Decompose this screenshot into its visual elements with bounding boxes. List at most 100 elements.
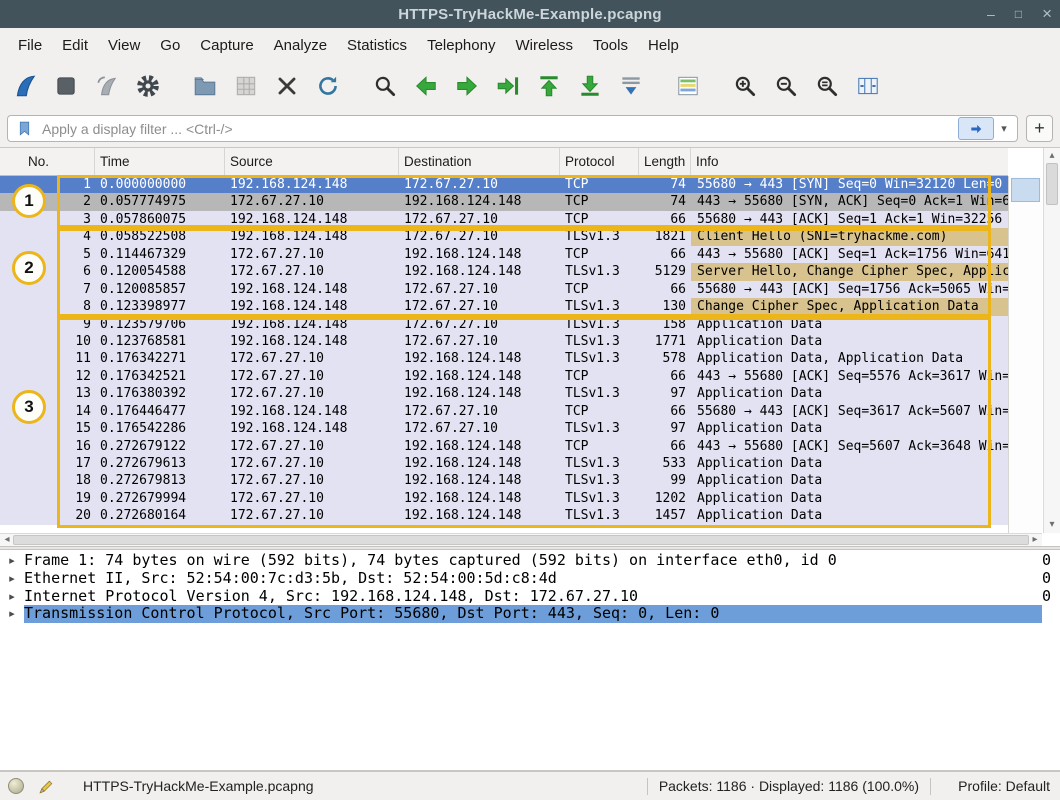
menu-item-capture[interactable]: Capture (190, 32, 263, 59)
packet-protocol-cell: TLSv1.3 (560, 507, 639, 524)
menu-item-view[interactable]: View (98, 32, 150, 59)
packet-row[interactable]: 7 0.120085857 192.168.124.148 172.67.27.… (0, 281, 1008, 298)
packet-time-cell: 0.176342271 (95, 350, 225, 367)
zoom-out-icon[interactable] (771, 71, 801, 101)
close-button[interactable]: × (1042, 0, 1052, 28)
column-header-time[interactable]: Time (95, 148, 225, 175)
intelligent-scrollbar[interactable] (1008, 176, 1042, 533)
column-header-destination[interactable]: Destination (399, 148, 560, 175)
menu-item-help[interactable]: Help (638, 32, 689, 59)
go-forward-icon[interactable] (452, 71, 482, 101)
go-back-icon[interactable] (411, 71, 441, 101)
packet-length-cell: 66 (639, 281, 691, 298)
column-header-info[interactable]: Info (691, 148, 1008, 175)
packet-row[interactable]: 20 0.272680164 172.67.27.10 192.168.124.… (0, 507, 1008, 524)
packet-row[interactable]: 2 0.057774975 172.67.27.10 192.168.124.1… (0, 193, 1008, 210)
filter-bookmark-icon[interactable] (12, 120, 36, 137)
packet-row[interactable]: 17 0.272679613 172.67.27.10 192.168.124.… (0, 455, 1008, 472)
detail-row[interactable]: ▸ Ethernet II, Src: 52:54:00:7c:d3:5b, D… (0, 570, 1060, 588)
packet-protocol-cell: TLSv1.3 (560, 350, 639, 367)
packet-row[interactable]: 12 0.176342521 172.67.27.10 192.168.124.… (0, 368, 1008, 385)
scroll-left-icon[interactable]: ◂ (1, 534, 13, 546)
maximize-button[interactable]: □ (1015, 0, 1022, 28)
stop-capture-icon[interactable] (51, 71, 81, 101)
vertical-scrollbar[interactable]: ▴ ▾ (1043, 148, 1060, 533)
scroll-right-icon[interactable]: ▸ (1029, 534, 1041, 546)
menu-item-statistics[interactable]: Statistics (337, 32, 417, 59)
packet-row[interactable]: 9 0.123579706 192.168.124.148 172.67.27.… (0, 316, 1008, 333)
display-filter-input[interactable]: Apply a display filter ... <Ctrl-/> ▾ (7, 115, 1018, 142)
profile-button[interactable]: Profile: Default (942, 778, 1052, 794)
save-file-icon[interactable] (231, 71, 261, 101)
apply-filter-button[interactable] (958, 117, 994, 140)
vertical-scrollbar-thumb[interactable] (1046, 163, 1058, 205)
packet-row[interactable]: 4 0.058522508 192.168.124.148 172.67.27.… (0, 228, 1008, 245)
colorize-icon[interactable] (673, 71, 703, 101)
scroll-up-icon[interactable]: ▴ (1044, 150, 1060, 162)
filter-dropdown-caret-icon[interactable]: ▾ (994, 117, 1014, 140)
column-header-source[interactable]: Source (225, 148, 399, 175)
go-to-bottom-icon[interactable] (575, 71, 605, 101)
packet-row[interactable]: 10 0.123768581 192.168.124.148 172.67.27… (0, 333, 1008, 350)
packet-row[interactable]: 16 0.272679122 172.67.27.10 192.168.124.… (0, 438, 1008, 455)
expand-icon[interactable]: ▸ (0, 588, 24, 606)
packet-row[interactable]: 3 0.057860075 192.168.124.148 172.67.27.… (0, 211, 1008, 228)
packet-no-cell: 10 (0, 333, 95, 350)
packet-time-cell: 0.123398977 (95, 298, 225, 315)
packet-row[interactable]: 18 0.272679813 172.67.27.10 192.168.124.… (0, 472, 1008, 489)
menu-item-tools[interactable]: Tools (583, 32, 638, 59)
horizontal-scrollbar-thumb[interactable] (13, 535, 1029, 545)
reload-icon[interactable] (313, 71, 343, 101)
zoom-original-icon[interactable] (812, 71, 842, 101)
scroll-down-icon[interactable]: ▾ (1044, 519, 1060, 531)
close-file-icon[interactable] (272, 71, 302, 101)
go-to-top-icon[interactable] (534, 71, 564, 101)
packet-row[interactable]: 15 0.176542286 192.168.124.148 172.67.27… (0, 420, 1008, 437)
packet-row[interactable]: 14 0.176446477 192.168.124.148 172.67.27… (0, 403, 1008, 420)
expert-info-icon[interactable] (8, 778, 24, 794)
packet-info-cell: 443 → 55680 [ACK] Seq=1 Ack=1756 Win=641… (691, 246, 1008, 263)
menu-item-telephony[interactable]: Telephony (417, 32, 505, 59)
packet-row[interactable]: 5 0.114467329 172.67.27.10 192.168.124.1… (0, 246, 1008, 263)
auto-scroll-icon[interactable] (616, 71, 646, 101)
open-file-icon[interactable] (190, 71, 220, 101)
detail-row[interactable]: ▸ Internet Protocol Version 4, Src: 192.… (0, 588, 1060, 606)
capture-comment-icon[interactable] (38, 778, 55, 795)
resize-columns-icon[interactable] (853, 71, 883, 101)
detail-row-text: Frame 1: 74 bytes on wire (592 bits), 74… (24, 552, 1042, 570)
expand-icon[interactable]: ▸ (0, 552, 24, 570)
packet-row[interactable]: 8 0.123398977 192.168.124.148 172.67.27.… (0, 298, 1008, 315)
menu-item-analyze[interactable]: Analyze (264, 32, 337, 59)
go-to-packet-icon[interactable] (493, 71, 523, 101)
capture-options-icon[interactable] (133, 71, 163, 101)
menu-item-wireless[interactable]: Wireless (505, 32, 583, 59)
packet-row[interactable]: 1 0.000000000 192.168.124.148 172.67.27.… (0, 176, 1008, 193)
minimap-thumb[interactable] (1011, 178, 1040, 202)
title-bar: HTTPS-TryHackMe-Example.pcapng – □ × (0, 0, 1060, 28)
packet-row[interactable]: 11 0.176342271 172.67.27.10 192.168.124.… (0, 350, 1008, 367)
packet-info-cell: 443 → 55680 [ACK] Seq=5576 Ack=3617 Win=… (691, 368, 1008, 385)
restart-capture-icon[interactable] (92, 71, 122, 101)
column-header-length[interactable]: Length (639, 148, 691, 175)
packet-row[interactable]: 19 0.272679994 172.67.27.10 192.168.124.… (0, 490, 1008, 507)
column-header-no[interactable]: No. (0, 148, 95, 175)
horizontal-scrollbar[interactable]: ◂ ▸ (0, 533, 1042, 546)
menu-item-file[interactable]: File (8, 32, 52, 59)
packet-destination-cell: 192.168.124.148 (399, 368, 560, 385)
column-header-protocol[interactable]: Protocol (560, 148, 639, 175)
packet-row[interactable]: 6 0.120054588 172.67.27.10 192.168.124.1… (0, 263, 1008, 280)
packet-row[interactable]: 13 0.176380392 172.67.27.10 192.168.124.… (0, 385, 1008, 402)
detail-row[interactable]: ▸ Transmission Control Protocol, Src Por… (0, 605, 1060, 623)
detail-row[interactable]: ▸ Frame 1: 74 bytes on wire (592 bits), … (0, 552, 1060, 570)
start-capture-icon[interactable] (10, 71, 40, 101)
menu-item-go[interactable]: Go (150, 32, 190, 59)
expand-icon[interactable]: ▸ (0, 570, 24, 588)
menu-item-edit[interactable]: Edit (52, 32, 98, 59)
packet-time-cell: 0.176342521 (95, 368, 225, 385)
packet-destination-cell: 172.67.27.10 (399, 420, 560, 437)
expand-icon[interactable]: ▸ (0, 605, 24, 623)
minimize-button[interactable]: – (987, 0, 995, 28)
zoom-in-icon[interactable] (730, 71, 760, 101)
add-filter-button[interactable]: + (1026, 115, 1053, 142)
find-packet-icon[interactable] (370, 71, 400, 101)
